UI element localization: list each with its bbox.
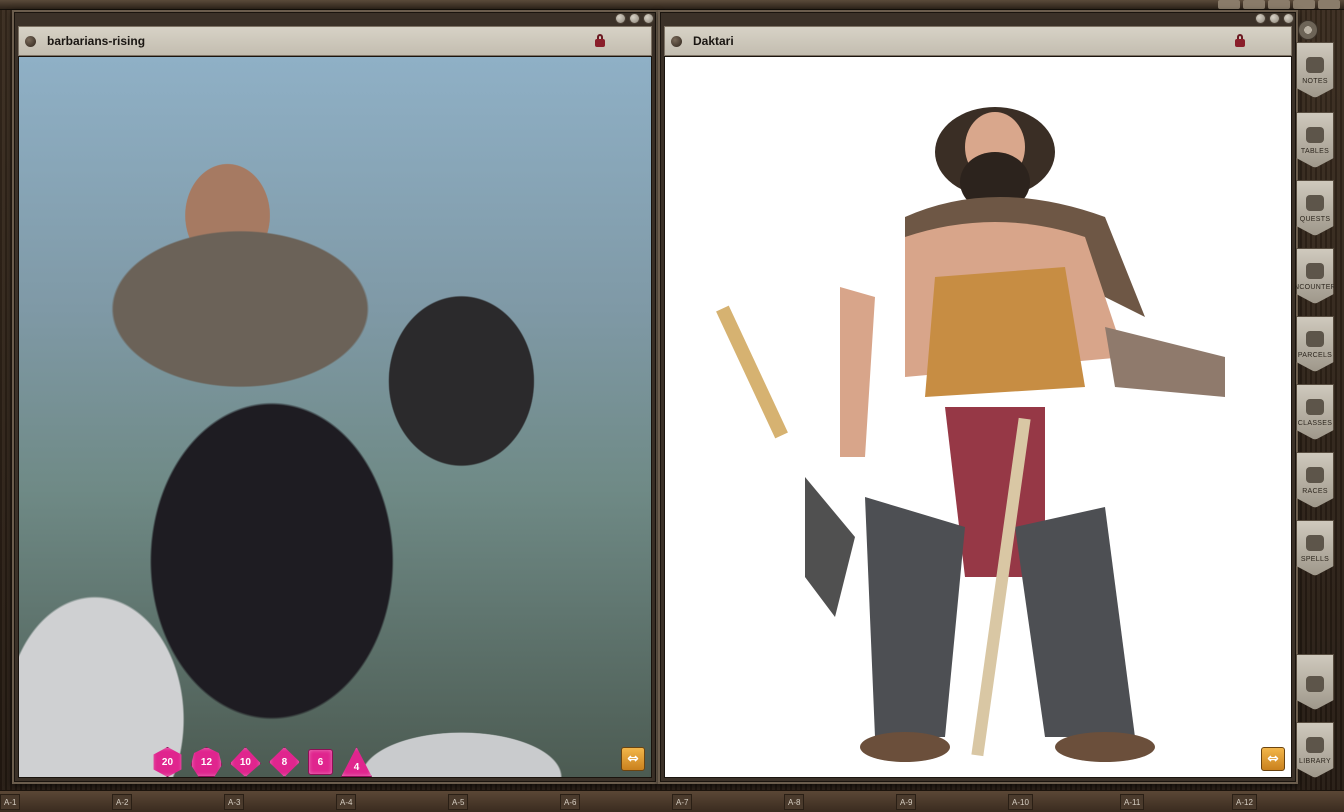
sidebar-item-label: LIBRARY <box>1299 758 1331 765</box>
window-titlebar[interactable]: Daktari <box>664 26 1292 56</box>
feather-icon <box>1306 57 1324 73</box>
die-label: 6 <box>317 756 324 768</box>
sidebar-item-tower[interactable] <box>1296 654 1334 710</box>
castle-icon <box>1306 676 1324 692</box>
sidebar-item-parcels[interactable]: PARCELS <box>1296 316 1334 372</box>
d4-die[interactable]: 4 <box>341 747 373 777</box>
sidebar-item-label: SPELLS <box>1300 556 1330 563</box>
sizing-button[interactable] <box>629 13 640 24</box>
hotkey-slot[interactable]: A-6 <box>560 794 581 810</box>
skull-icon <box>1306 263 1324 279</box>
window-menu-icon[interactable] <box>25 36 36 47</box>
d8-die[interactable]: 8 <box>268 747 300 777</box>
hotkey-slot[interactable]: A-2 <box>112 794 133 810</box>
d20-die[interactable]: 20 <box>153 747 182 777</box>
d12-die[interactable]: 12 <box>190 747 222 777</box>
sidebar-item-quests[interactable]: QUESTS <box>1296 180 1334 236</box>
window-menu-icon[interactable] <box>671 36 682 47</box>
d6-die[interactable]: 6 <box>307 749 334 775</box>
hotkey-slot[interactable]: A-3 <box>224 794 245 810</box>
expand-icon[interactable]: ⇔ <box>621 747 645 771</box>
image-window-barbarians-rising[interactable]: barbarians-rising ⇔ <box>12 10 658 784</box>
image-viewport[interactable]: ⇔ <box>664 56 1292 778</box>
barbarian-illustration <box>716 107 1225 762</box>
window-title: barbarians-rising <box>47 34 146 48</box>
top-toolbar-button-1[interactable] <box>1218 0 1240 9</box>
die-label: 8 <box>281 756 288 768</box>
gear-icon[interactable] <box>1298 20 1318 40</box>
help-button[interactable] <box>615 13 626 24</box>
parcel-icon <box>1306 331 1324 347</box>
help-button[interactable] <box>1255 13 1266 24</box>
hotkey-slot[interactable]: A-9 <box>896 794 917 810</box>
image-window-daktari[interactable]: Daktari ⇔ <box>658 10 1298 784</box>
hotkey-slot[interactable]: A-11 <box>1120 794 1145 810</box>
sidebar-item-classes[interactable]: CLASSES <box>1296 384 1334 440</box>
dice-tray: 20 12 10 8 6 4 <box>152 744 373 780</box>
helmet-icon <box>1306 399 1324 415</box>
sidebar-item-label: PARCELS <box>1297 352 1333 359</box>
hotkey-bar: A-1 A-2 A-3 A-4 A-5 A-6 A-7 A-8 A-9 A-10… <box>0 790 1344 812</box>
sidebar-item-label: ENCOUNTERS <box>1289 284 1342 291</box>
image-viewport[interactable]: ⇔ <box>18 56 652 778</box>
window-controls <box>1255 13 1294 24</box>
window-title: Daktari <box>693 34 734 48</box>
hotkey-slot[interactable]: A-8 <box>784 794 805 810</box>
close-button[interactable] <box>643 13 654 24</box>
sidebar-item-label: NOTES <box>1302 78 1328 85</box>
close-button[interactable] <box>1283 13 1294 24</box>
lock-icon[interactable] <box>595 34 605 48</box>
hotkey-slot[interactable]: A-7 <box>672 794 693 810</box>
sidebar: NOTES TABLES QUESTS ENCOUNTERS PARCELS C… <box>1294 20 1338 790</box>
hotkey-slot[interactable]: A-12 <box>1232 794 1257 810</box>
window-controls <box>615 13 654 24</box>
hotkey-slot[interactable]: A-1 <box>0 794 21 810</box>
sidebar-item-spells[interactable]: SPELLS <box>1296 520 1334 576</box>
sidebar-item-library[interactable]: LIBRARY <box>1296 722 1334 778</box>
top-toolbar-button-2[interactable] <box>1243 0 1265 9</box>
sidebar-item-label: TABLES <box>1300 148 1330 155</box>
sidebar-item-encounters[interactable]: ENCOUNTERS <box>1296 248 1334 304</box>
sidebar-item-notes[interactable]: NOTES <box>1296 42 1334 98</box>
lock-icon[interactable] <box>1235 34 1245 48</box>
d10-die[interactable]: 10 <box>229 747 261 777</box>
die-label: 20 <box>161 756 174 768</box>
spell-icon <box>1306 535 1324 551</box>
window-titlebar[interactable]: barbarians-rising <box>18 26 652 56</box>
die-label: 10 <box>239 756 251 768</box>
sidebar-item-races[interactable]: RACES <box>1296 452 1334 508</box>
sidebar-item-label: CLASSES <box>1297 420 1333 427</box>
quest-icon <box>1306 195 1324 211</box>
top-toolbar-button-3[interactable] <box>1268 0 1290 9</box>
sidebar-item-label: QUESTS <box>1299 216 1331 223</box>
hotkey-slot[interactable]: A-5 <box>448 794 469 810</box>
top-toolbar-controls <box>1218 0 1340 9</box>
table-icon <box>1306 127 1324 143</box>
race-icon <box>1306 467 1324 483</box>
top-toolbar <box>0 0 1344 10</box>
sizing-button[interactable] <box>1269 13 1280 24</box>
top-toolbar-button-4[interactable] <box>1293 0 1315 9</box>
hotkey-slot[interactable]: A-10 <box>1008 794 1033 810</box>
library-icon <box>1306 737 1324 753</box>
top-toolbar-button-5[interactable] <box>1318 0 1340 9</box>
hotkey-slot[interactable]: A-4 <box>336 794 357 810</box>
expand-icon[interactable]: ⇔ <box>1261 747 1285 771</box>
die-label: 4 <box>353 762 360 773</box>
die-label: 12 <box>200 756 213 768</box>
sidebar-item-label: RACES <box>1302 488 1328 495</box>
sidebar-item-tables[interactable]: TABLES <box>1296 112 1334 168</box>
